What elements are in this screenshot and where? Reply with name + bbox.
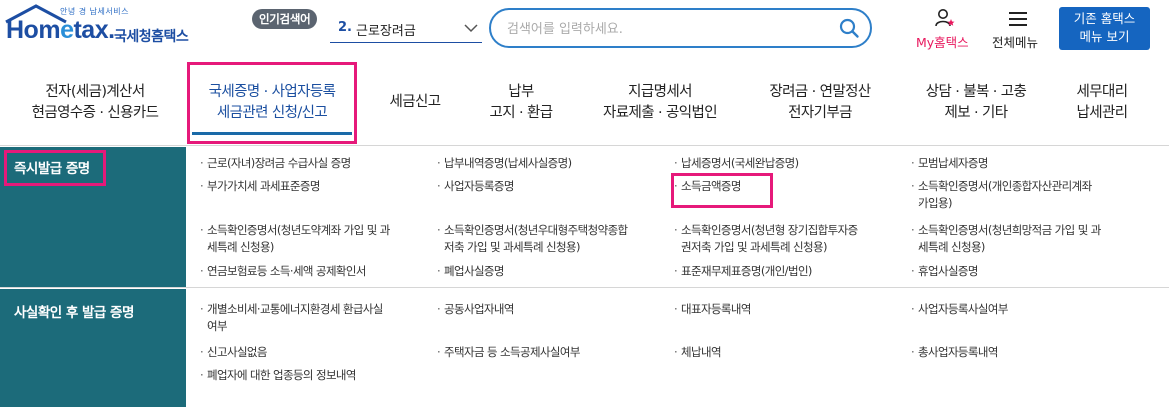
gnb-item-e-invoice[interactable]: 전자(세금)계산서 현금영수증 · 신용카드 <box>20 82 170 124</box>
all-menu-button[interactable]: 전체메뉴 <box>988 6 1048 52</box>
menu-item[interactable]: 연금보험료등 소득·세액 공제확인서 <box>200 263 366 280</box>
active-tab-indicator <box>192 132 352 135</box>
menu-item[interactable]: 사업자등록증명 <box>437 178 514 195</box>
menu-item-continued[interactable]: 가입용) <box>918 195 952 212</box>
search-input[interactable] <box>507 19 827 39</box>
gnb-label-line1: 국세증명 · 사업자등록 <box>208 84 336 100</box>
section-title: 즉시발급 증명 <box>14 161 90 177</box>
main-navigation: 전자(세금)계산서 현금영수증 · 신용카드 국세증명 · 사업자등록 세금관련… <box>0 60 1169 146</box>
gnb-label-line2: 자료제출 · 공익법인 <box>603 105 718 121</box>
gnb-label-line1: 전자(세금)계산서 <box>45 84 145 100</box>
gnb-label-line1: 세무대리 <box>1076 84 1129 100</box>
legacy-menu-line2: 메뉴 보기 <box>1079 29 1130 44</box>
menu-item-continued[interactable]: 저축 가입 및 과세특례 신청용) <box>444 239 580 256</box>
menu-item-income-amount[interactable]: 소득금액증명 <box>674 178 741 195</box>
section-sidebar: 사실확인 후 발급 증명 <box>0 289 186 407</box>
section-title: 사실확인 후 발급 증명 <box>14 305 134 321</box>
menu-item[interactable]: 사업자등록사실여부 <box>911 301 1008 318</box>
gnb-label-line1: 상담 · 불복 · 고충 <box>925 84 1027 100</box>
popular-search-badge: 인기검색어 <box>252 9 318 29</box>
menu-item[interactable]: 휴업사실증명 <box>911 263 978 280</box>
section-sidebar: 즉시발급 증명 <box>0 147 186 287</box>
popular-search-select[interactable]: 2. 근로장려금 <box>330 15 482 43</box>
gnb-item-tax-filing[interactable]: 세금신고 <box>378 92 452 113</box>
menu-item-continued[interactable]: 권저축 가입 및 과세특례 신청용) <box>681 239 827 256</box>
menu-item-continued[interactable]: 세특례 신청용) <box>207 239 274 256</box>
menu-item[interactable]: 부가가치세 과세표준증명 <box>200 178 320 195</box>
menu-item[interactable]: 폐업자에 대한 업종등의 정보내역 <box>200 367 356 384</box>
menu-item[interactable]: 근로(자녀)장려금 수급사실 증명 <box>200 155 351 172</box>
menu-item[interactable]: 신고사실없음 <box>200 344 267 361</box>
menu-item[interactable]: 대표자등록내역 <box>674 301 751 318</box>
submenu-panel: 즉시발급 증명 근로(자녀)장려금 수급사실 증명 납부내역증명(납세사실증명)… <box>0 147 1169 407</box>
gnb-label-line2: 제보 · 기타 <box>944 105 1009 121</box>
search-icon[interactable] <box>838 17 860 39</box>
logo-wordmark: Hometax. <box>6 16 115 44</box>
menu-item[interactable]: 소득확인증명서(개인종합자산관리계좌 <box>911 178 1092 195</box>
search-box <box>489 8 872 48</box>
menu-item[interactable]: 소득확인증명서(청년형 장기집합투자증 <box>674 222 858 239</box>
section-instant-issue: 즉시발급 증명 근로(자녀)장려금 수급사실 증명 납부내역증명(납세사실증명)… <box>0 147 1169 288</box>
legacy-menu-line1: 기존 홈택스 <box>1073 11 1136 26</box>
menu-item[interactable]: 개별소비세·교통에너지환경세 환급사실 <box>200 301 383 318</box>
gnb-item-certificate[interactable]: 국세증명 · 사업자등록 세금관련 신청/신고 <box>192 82 352 124</box>
myhometax-label: My홈택스 <box>916 35 969 50</box>
gnb-label-line1: 세금신고 <box>389 94 442 110</box>
menu-item[interactable]: 납부내역증명(납세사실증명) <box>437 155 572 172</box>
popular-keyword: 근로장려금 <box>356 24 416 39</box>
gnb-label-line2: 세금관련 신청/신고 <box>216 105 328 121</box>
gnb-item-incentive[interactable]: 장려금 · 연말정산 전자기부금 <box>752 82 888 124</box>
gnb-item-payment-statement[interactable]: 지급명세서 자료제출 · 공익법인 <box>590 82 730 124</box>
menu-item[interactable]: 폐업사실증명 <box>437 263 504 280</box>
gnb-label-line1: 납부 <box>508 84 534 100</box>
menu-item[interactable]: 공동사업자내역 <box>437 301 514 318</box>
menu-item[interactable]: 모범납세자증명 <box>911 155 988 172</box>
gnb-label-line2: 고지 · 환급 <box>489 105 554 121</box>
menu-item[interactable]: 소득확인증명서(청년도약계좌 가입 및 과 <box>200 222 390 239</box>
popular-rank: 2. <box>338 20 352 35</box>
all-menu-label: 전체메뉴 <box>992 35 1039 50</box>
menu-item[interactable]: 소득확인증명서(청년희망적금 가입 및 과 <box>911 222 1101 239</box>
menu-item[interactable]: 주택자금 등 소득공제사실여부 <box>437 344 580 361</box>
menu-item[interactable]: 총사업자등록내역 <box>911 344 998 361</box>
gnb-label-line2: 현금영수증 · 신용카드 <box>31 105 159 121</box>
chevron-down-icon <box>464 24 478 33</box>
gnb-label-line2: 납세관리 <box>1076 105 1129 121</box>
section-verified-issue: 사실확인 후 발급 증명 개별소비세·교통에너지환경세 환급사실 여부 공동사업… <box>0 289 1169 407</box>
legacy-menu-button[interactable]: 기존 홈택스 메뉴 보기 <box>1059 7 1150 50</box>
menu-item-continued[interactable]: 여부 <box>207 318 228 335</box>
gnb-item-payment[interactable]: 납부 고지 · 환급 <box>476 82 566 124</box>
menu-item[interactable]: 소득확인증명서(청년우대형주택청약종합 <box>437 222 628 239</box>
user-icon <box>935 9 955 27</box>
menu-item-continued[interactable]: 세특례 신청용) <box>918 239 985 256</box>
hometax-logo[interactable]: 안녕 경 납세서비스 Hometax. 국세청홈택스 <box>4 4 204 54</box>
logo-korean-name: 국세청홈택스 <box>114 29 189 45</box>
hamburger-menu-icon <box>1009 12 1027 26</box>
gnb-label-line1: 지급명세서 <box>628 84 692 100</box>
header: 안녕 경 납세서비스 Hometax. 국세청홈택스 인기검색어 2. 근로장려… <box>0 0 1169 60</box>
menu-item[interactable]: 납세증명서(국세완납증명) <box>674 155 799 172</box>
gnb-item-consultation[interactable]: 상담 · 불복 · 고충 제보 · 기타 <box>908 82 1044 124</box>
gnb-item-tax-agent[interactable]: 세무대리 납세관리 <box>1062 82 1142 124</box>
menu-item[interactable]: 표준재무제표증명(개인/법인) <box>674 263 812 280</box>
myhometax-button[interactable]: My홈택스 <box>912 6 978 52</box>
menu-item[interactable]: 체납내역 <box>674 344 722 361</box>
gnb-label-line2: 전자기부금 <box>788 105 852 121</box>
gnb-label-line1: 장려금 · 연말정산 <box>769 84 871 100</box>
